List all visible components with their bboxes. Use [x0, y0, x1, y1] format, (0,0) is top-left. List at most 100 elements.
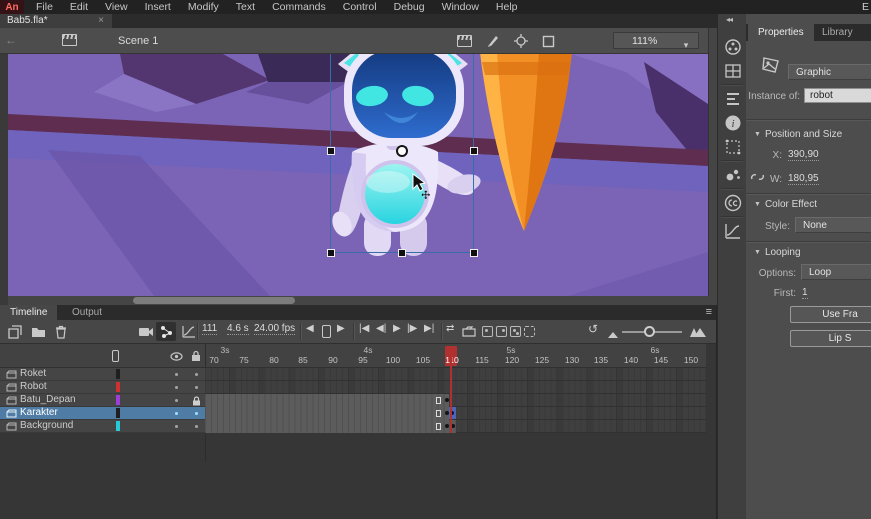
layer-color-swatch[interactable]	[116, 408, 120, 418]
swatches-panel-icon[interactable]	[724, 62, 742, 80]
tab-timeline[interactable]: Timeline	[0, 305, 57, 320]
layer-color-swatch[interactable]	[116, 421, 120, 431]
layer-row-batu-depan[interactable]: Batu_Depan	[0, 394, 205, 407]
back-arrow-icon[interactable]: ←	[5, 33, 17, 47]
stage-canvas[interactable]	[8, 54, 708, 296]
onion-skin-icon[interactable]	[482, 326, 493, 337]
x-value[interactable]: 390,90	[788, 149, 819, 161]
selection-handle-right[interactable]	[470, 147, 478, 155]
tab-output[interactable]: Output	[62, 305, 112, 320]
step-forward-icon[interactable]: ▶	[337, 323, 345, 334]
layer-locked-icon[interactable]	[192, 396, 201, 406]
eye-icon[interactable]	[170, 352, 183, 361]
layer-lock-dot[interactable]	[195, 386, 198, 389]
frames-batu-depan[interactable]	[205, 394, 706, 407]
layer-visibility-dot[interactable]	[175, 412, 178, 415]
layer-color-swatch[interactable]	[116, 382, 120, 392]
elapsed-time[interactable]: 4.6 s	[227, 323, 249, 335]
delete-layer-icon[interactable]	[55, 325, 67, 339]
close-document-icon[interactable]: ×	[98, 14, 104, 28]
graph-editor-icon[interactable]	[182, 325, 196, 338]
step-back-icon[interactable]: ◀	[306, 323, 314, 334]
step-back-one-frame-icon[interactable]: ◀|	[376, 323, 386, 334]
keyframe-dot[interactable]	[445, 424, 449, 428]
zoom-out-frames-icon[interactable]	[608, 332, 618, 338]
timeline-ruler[interactable]: 3s 4s 5s 6s 70 75 80 85 90 95 100 105 11…	[205, 344, 706, 368]
stage-horizontal-scrollbar[interactable]	[8, 296, 700, 305]
cc-libraries-panel-icon[interactable]	[724, 194, 742, 212]
loop-options-dropdown[interactable]: Loop	[801, 264, 871, 280]
w-value[interactable]: 180,95	[788, 173, 819, 185]
lock-icon[interactable]	[191, 350, 201, 362]
section-position-size[interactable]: ▼Position and Size	[754, 129, 842, 140]
motion-editor-panel-icon[interactable]	[724, 222, 742, 240]
frame-span[interactable]	[205, 407, 449, 420]
step-forward-one-frame-icon[interactable]: |▶	[407, 323, 417, 334]
tab-library[interactable]: Library	[812, 24, 863, 41]
menu-view[interactable]: View	[105, 1, 128, 13]
layer-row-background[interactable]: Background	[0, 420, 205, 433]
document-tab[interactable]: Bab5.fla* ×	[0, 14, 112, 28]
current-frame-counter[interactable]: 111	[202, 323, 217, 335]
scene-name[interactable]: Scene 1	[118, 35, 158, 47]
zoom-in-frames-icon[interactable]	[690, 328, 706, 340]
new-layer-icon[interactable]	[8, 325, 23, 339]
timeline-zoom-knob[interactable]	[644, 326, 655, 337]
frames-robot[interactable]	[205, 381, 706, 394]
layer-visibility-dot[interactable]	[175, 399, 178, 402]
reset-timeline-zoom-icon[interactable]: ↺	[588, 322, 598, 336]
link-width-height-icon[interactable]	[750, 171, 765, 183]
frame-span[interactable]	[205, 394, 449, 407]
instance-name-field[interactable]: robot	[804, 88, 871, 103]
align-panel-icon[interactable]	[724, 90, 742, 108]
selection-handle-bottom-center[interactable]	[398, 249, 406, 257]
tab-properties[interactable]: Properties	[748, 24, 814, 41]
menu-file[interactable]: File	[36, 1, 53, 13]
section-color-effect[interactable]: ▼Color Effect	[754, 199, 817, 210]
new-folder-icon[interactable]	[31, 326, 46, 338]
menu-modify[interactable]: Modify	[188, 1, 219, 13]
onion-skin-outlines-icon[interactable]	[496, 326, 507, 337]
first-frame-value[interactable]: 1	[802, 287, 808, 299]
keyframe-dot[interactable]	[445, 398, 449, 402]
scrollbar-thumb[interactable]	[133, 297, 295, 304]
panel-menu-icon[interactable]: ≡	[706, 306, 712, 318]
transform-panel-icon[interactable]	[724, 138, 742, 156]
frames-karakter[interactable]	[205, 407, 706, 420]
layer-color-swatch[interactable]	[116, 369, 120, 379]
selection-handle-bottom-right[interactable]	[470, 249, 478, 257]
frame-rate[interactable]: 24.00 fps	[254, 323, 295, 335]
section-looping[interactable]: ▼Looping	[754, 247, 801, 258]
center-stage-icon[interactable]	[514, 34, 528, 48]
menu-control[interactable]: Control	[343, 1, 377, 13]
layer-color-swatch[interactable]	[116, 395, 120, 405]
stage-vertical-scrollbar[interactable]	[708, 28, 717, 305]
layer-lock-dot[interactable]	[195, 425, 198, 428]
info-panel-icon[interactable]: i	[724, 114, 742, 132]
menu-debug[interactable]: Debug	[394, 1, 425, 13]
menu-commands[interactable]: Commands	[272, 1, 326, 13]
edit-symbols-icon[interactable]	[486, 34, 500, 48]
workspace-button[interactable]: E	[862, 0, 869, 14]
layer-lock-dot[interactable]	[195, 412, 198, 415]
brushes-panel-icon[interactable]	[724, 166, 742, 184]
loop-playback-icon[interactable]: ⇄	[446, 323, 454, 334]
frames-roket[interactable]	[205, 368, 706, 381]
selection-handle-left[interactable]	[327, 147, 335, 155]
layer-visibility-dot[interactable]	[175, 373, 178, 376]
stage-zoom-select[interactable]: 111% ▾	[613, 32, 699, 49]
modify-markers-icon[interactable]	[524, 326, 535, 337]
menu-help[interactable]: Help	[496, 1, 518, 13]
edit-multiple-frames-icon[interactable]	[510, 326, 521, 337]
style-dropdown[interactable]: None	[795, 217, 871, 233]
play-icon[interactable]: ▶	[393, 323, 401, 334]
export-frame-icon[interactable]	[462, 326, 476, 337]
edit-scene-icon[interactable]	[457, 35, 472, 47]
color-panel-icon[interactable]	[724, 38, 742, 56]
menu-edit[interactable]: Edit	[70, 1, 88, 13]
layer-row-karakter[interactable]: Karakter	[0, 407, 205, 420]
layer-row-roket[interactable]: Roket	[0, 368, 205, 381]
layer-parenting-toggle[interactable]	[156, 322, 176, 341]
frame-span[interactable]	[205, 420, 456, 433]
menu-insert[interactable]: Insert	[145, 1, 171, 13]
